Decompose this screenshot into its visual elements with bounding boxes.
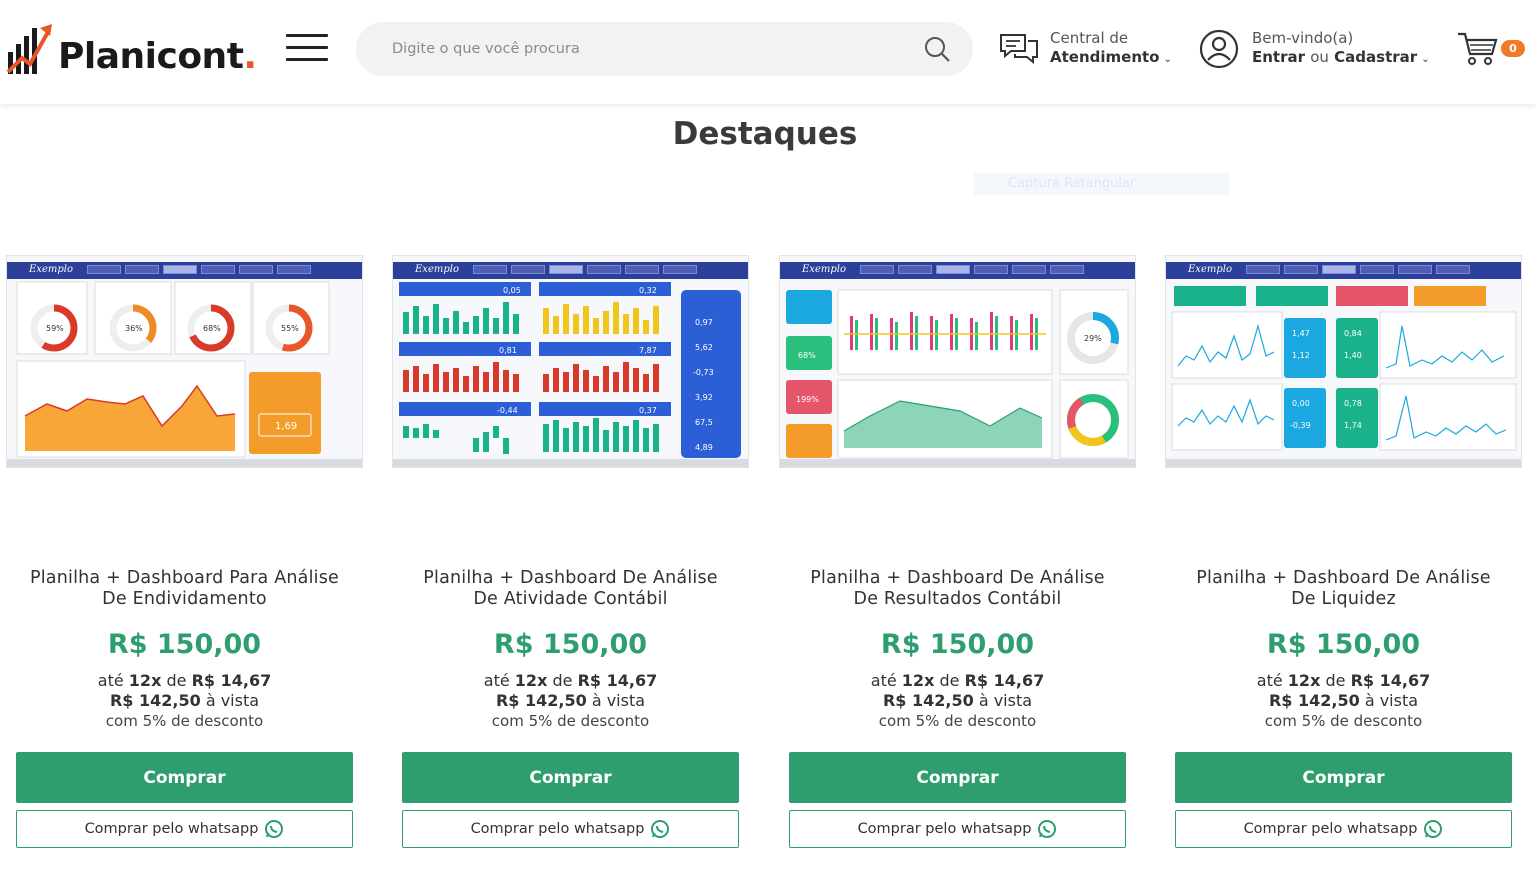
svg-text:0,81: 0,81 <box>499 346 517 355</box>
menu-icon[interactable] <box>286 34 328 64</box>
cash-price: R$ 142,50 à vista <box>495 691 646 710</box>
product-title[interactable]: Planilha + Dashboard De Análise De Ativid… <box>392 568 749 610</box>
svg-text:1,69: 1,69 <box>275 421 297 432</box>
svg-text:4,89: 4,89 <box>695 443 713 452</box>
svg-text:1,40: 1,40 <box>1344 351 1362 360</box>
product-card: Exemplo 68% 199% 29% Planilha + Dashboar… <box>779 255 1136 855</box>
dashboard-preview: 0,05 0,32 0,81 7,87 -0,44 0,37 0,97 5,62… <box>399 282 741 458</box>
welcome-label: Bem-vindo(a) <box>1252 29 1354 47</box>
product-thumbnail[interactable]: Exemplo 68% 199% 29% <box>779 255 1136 468</box>
product-card: Exemplo 0,05 0,32 0,81 7,87 -0,44 0,37 0… <box>392 255 749 855</box>
svg-text:0,97: 0,97 <box>695 318 713 327</box>
svg-text:3,92: 3,92 <box>695 393 713 402</box>
product-title[interactable]: Planilha + Dashboard Para Análise De Endi… <box>6 568 363 610</box>
service-label-bottom: Atendimento ⌄ <box>1050 48 1172 66</box>
installments: até 12x de R$ 14,67 <box>483 671 658 690</box>
svg-text:-0,73: -0,73 <box>693 368 714 377</box>
svg-text:1,12: 1,12 <box>1292 351 1310 360</box>
svg-text:36%: 36% <box>125 324 143 333</box>
product-price: R$ 150,00 <box>880 629 1035 660</box>
discount-note: com 5% de desconto <box>105 712 264 730</box>
whatsapp-icon <box>1038 820 1057 838</box>
svg-text:0,00: 0,00 <box>1292 399 1310 408</box>
chevron-down-icon: ⌄ <box>1163 54 1172 65</box>
search-icon[interactable] <box>923 35 951 63</box>
site-header: Planicont. Central de Atendimento⌄ Bem-v… <box>0 0 1536 104</box>
whatsapp-icon <box>265 820 284 838</box>
product-price: R$ 150,00 <box>1266 629 1421 660</box>
svg-text:1,47: 1,47 <box>1292 329 1310 338</box>
product-card: Exemplo 1,47 1,12 0,84 1,40 0,00 -0,39 0,78… <box>1165 255 1522 855</box>
installments: até 12x de R$ 14,67 <box>97 671 272 690</box>
cart-icon <box>1458 32 1498 65</box>
svg-text:0,78: 0,78 <box>1344 399 1362 408</box>
ghost-tooltip: Captura Retangular <box>974 173 1230 195</box>
logo-wordmark: Planicont. <box>58 36 257 77</box>
account-menu[interactable]: Bem-vindo(a) Entrar ou Cadastrar ⌄ <box>1198 28 1448 72</box>
installments: até 12x de R$ 14,67 <box>870 671 1045 690</box>
whatsapp-buy-button[interactable]: Comprar pelo whatsapp <box>1175 810 1512 848</box>
cash-price: R$ 142,50 à vista <box>882 691 1033 710</box>
svg-text:199%: 199% <box>796 395 819 404</box>
section-title: Destaques <box>672 116 858 152</box>
search-input[interactable] <box>392 36 892 62</box>
product-title[interactable]: Planilha + Dashboard De Análise De Result… <box>779 568 1136 610</box>
product-thumbnail[interactable]: Exemplo 59% 36% 68% 55% 1,69 <box>6 255 363 468</box>
whatsapp-buy-button[interactable]: Comprar pelo whatsapp <box>789 810 1126 848</box>
dashboard-preview: 68% 199% 29% <box>786 289 1129 459</box>
buy-button[interactable]: Comprar <box>16 752 353 803</box>
product-thumbnail[interactable]: Exemplo 1,47 1,12 0,84 1,40 0,00 -0,39 0,78… <box>1165 255 1522 468</box>
chat-icon <box>1000 34 1038 65</box>
product-card: Exemplo 59% 36% 68% 55% 1,69 Planilha + … <box>6 255 363 855</box>
svg-text:0,37: 0,37 <box>639 406 657 415</box>
buy-button[interactable]: Comprar <box>1175 752 1512 803</box>
svg-text:67,5: 67,5 <box>695 418 713 427</box>
svg-text:-0,44: -0,44 <box>497 406 518 415</box>
whatsapp-buy-button[interactable]: Comprar pelo whatsapp <box>16 810 353 848</box>
logo-bars-icon <box>6 24 52 74</box>
product-thumbnail[interactable]: Exemplo 0,05 0,32 0,81 7,87 -0,44 0,37 0… <box>392 255 749 468</box>
svg-text:0,32: 0,32 <box>639 286 657 295</box>
installments: até 12x de R$ 14,67 <box>1256 671 1431 690</box>
svg-text:59%: 59% <box>46 324 64 333</box>
customer-service-menu[interactable]: Central de Atendimento ⌄ <box>998 28 1188 72</box>
svg-text:1,74: 1,74 <box>1344 421 1362 430</box>
svg-text:-0,39: -0,39 <box>1290 421 1311 430</box>
buy-button[interactable]: Comprar <box>402 752 739 803</box>
whatsapp-buy-button[interactable]: Comprar pelo whatsapp <box>402 810 739 848</box>
product-price: R$ 150,00 <box>107 629 262 660</box>
product-price: R$ 150,00 <box>493 629 648 660</box>
dashboard-preview: 59% 36% 68% 55% 1,69 <box>16 281 330 458</box>
cash-price: R$ 142,50 à vista <box>1268 691 1419 710</box>
whatsapp-icon <box>651 820 670 838</box>
svg-text:68%: 68% <box>798 351 816 360</box>
cart-button[interactable]: 0 <box>1456 30 1528 70</box>
product-title[interactable]: Planilha + Dashboard De Análise De Liquid… <box>1165 568 1522 610</box>
service-label-top: Central de <box>1050 29 1129 47</box>
discount-note: com 5% de desconto <box>491 712 650 730</box>
whatsapp-icon <box>1424 820 1443 838</box>
svg-text:55%: 55% <box>281 324 299 333</box>
svg-text:7,87: 7,87 <box>639 346 657 355</box>
svg-text:5,62: 5,62 <box>695 343 713 352</box>
svg-text:68%: 68% <box>203 324 221 333</box>
cart-count-badge: 0 <box>1501 40 1525 57</box>
search-bar <box>356 22 973 76</box>
cash-price: R$ 142,50 à vista <box>109 691 260 710</box>
discount-note: com 5% de desconto <box>1264 712 1423 730</box>
login-register-label: Entrar ou Cadastrar ⌄ <box>1252 48 1430 66</box>
svg-text:0,84: 0,84 <box>1344 329 1362 338</box>
chevron-down-icon: ⌄ <box>1421 54 1430 65</box>
discount-note: com 5% de desconto <box>878 712 1037 730</box>
svg-text:0,05: 0,05 <box>503 286 521 295</box>
svg-text:29%: 29% <box>1084 334 1102 343</box>
planicont-logo[interactable]: Planicont. <box>6 18 257 78</box>
user-icon <box>1199 29 1239 69</box>
dashboard-preview: 1,47 1,12 0,84 1,40 0,00 -0,39 0,78 1,74 <box>1171 286 1517 451</box>
buy-button[interactable]: Comprar <box>789 752 1126 803</box>
